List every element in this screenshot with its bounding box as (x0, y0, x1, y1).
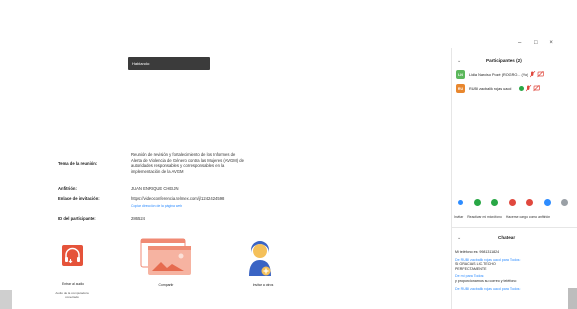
close-button[interactable]: × (549, 40, 553, 46)
participant-actions: Invitar Reactivar mi micrófono Hacerse c… (454, 215, 576, 219)
maximize-button[interactable]: □ (534, 40, 538, 46)
invite-button[interactable]: Invitar (454, 215, 463, 219)
host-value: JUAN ENRIQUE CHEIJN (131, 186, 179, 191)
minimize-button[interactable]: – (518, 40, 521, 46)
participant-name: Lidia Narciso Pozé (ROGRO... (Yo) (469, 72, 529, 77)
chat-sender: De RUBI zacbalik rojas uacd para Todos: (455, 286, 521, 291)
video-muted-icon (526, 85, 541, 92)
panel-divider (451, 48, 452, 309)
scrollbar-block (0, 290, 12, 309)
share-screen-icon (140, 238, 191, 275)
participant-id-label: ID del participante: (58, 216, 96, 221)
avatar: LN (456, 70, 465, 79)
chevron-down-icon[interactable]: ⌄ (457, 235, 461, 241)
window-controls: – □ × (518, 40, 553, 46)
participant-row[interactable]: RU RUBI zacbalik rojas uacd (456, 83, 570, 94)
share-button[interactable] (136, 237, 194, 279)
unmute-button[interactable]: Reactivar mi micrófono (467, 215, 502, 219)
mic-muted-icon (530, 71, 545, 78)
feedback-icons (458, 199, 568, 206)
x-icon[interactable] (526, 199, 533, 206)
chat-messages: Mi teléfono es: 9981311824 De RUBI zacba… (455, 250, 573, 291)
chat-message: SI GRACIAS LIC.TECHO PERFECTAMENTE (455, 262, 496, 271)
invite-others-label: Invitar a otros (252, 283, 274, 287)
share-label: Compartir (158, 283, 174, 287)
join-audio-label: Entrar al audio (61, 282, 85, 286)
participant-id-value: 286524 (131, 216, 145, 221)
user-add-icon (249, 241, 271, 276)
invite-link-value[interactable]: https://videoconferencia.telmex.com/j/12… (131, 196, 224, 202)
chevron-down-icon[interactable]: ⌄ (457, 58, 461, 64)
yes-icon[interactable] (473, 199, 481, 206)
hand-icon[interactable] (458, 200, 463, 205)
audio-status: Audio de la computadora conectado (55, 291, 89, 299)
meeting-topic-value: Reunión de revisión y fortalecimiento de… (131, 152, 244, 174)
check-icon[interactable] (491, 199, 498, 206)
join-audio-button[interactable] (56, 242, 88, 276)
invite-link-label: Enlace de invitación: (58, 196, 100, 201)
participant-name: RUBI zacbalik rojas uacd (469, 86, 512, 91)
invite-others-button[interactable] (248, 240, 272, 278)
avatar: RU (456, 84, 465, 93)
claim-host-button[interactable]: Hacerse cargo como anfitrión (506, 215, 550, 219)
participants-title: Participantes (2) (486, 58, 522, 63)
speed-icon[interactable] (543, 199, 551, 206)
audio-active-icon (519, 86, 525, 91)
speaking-tooltip: Hablando: (128, 57, 210, 70)
headphones-icon (62, 245, 83, 266)
meeting-topic-label: Tema de la reunión: (58, 161, 98, 166)
participant-row[interactable]: LN Lidia Narciso Pozé (ROGRO... (Yo) (456, 69, 570, 80)
no-icon[interactable] (508, 199, 516, 206)
copy-link[interactable]: Copiar dirección de la página web (131, 204, 182, 208)
more-icon[interactable] (561, 199, 568, 206)
panel-separator (451, 227, 577, 228)
chat-title: Chatear (498, 235, 516, 240)
host-label: Anfitrión: (58, 186, 77, 191)
